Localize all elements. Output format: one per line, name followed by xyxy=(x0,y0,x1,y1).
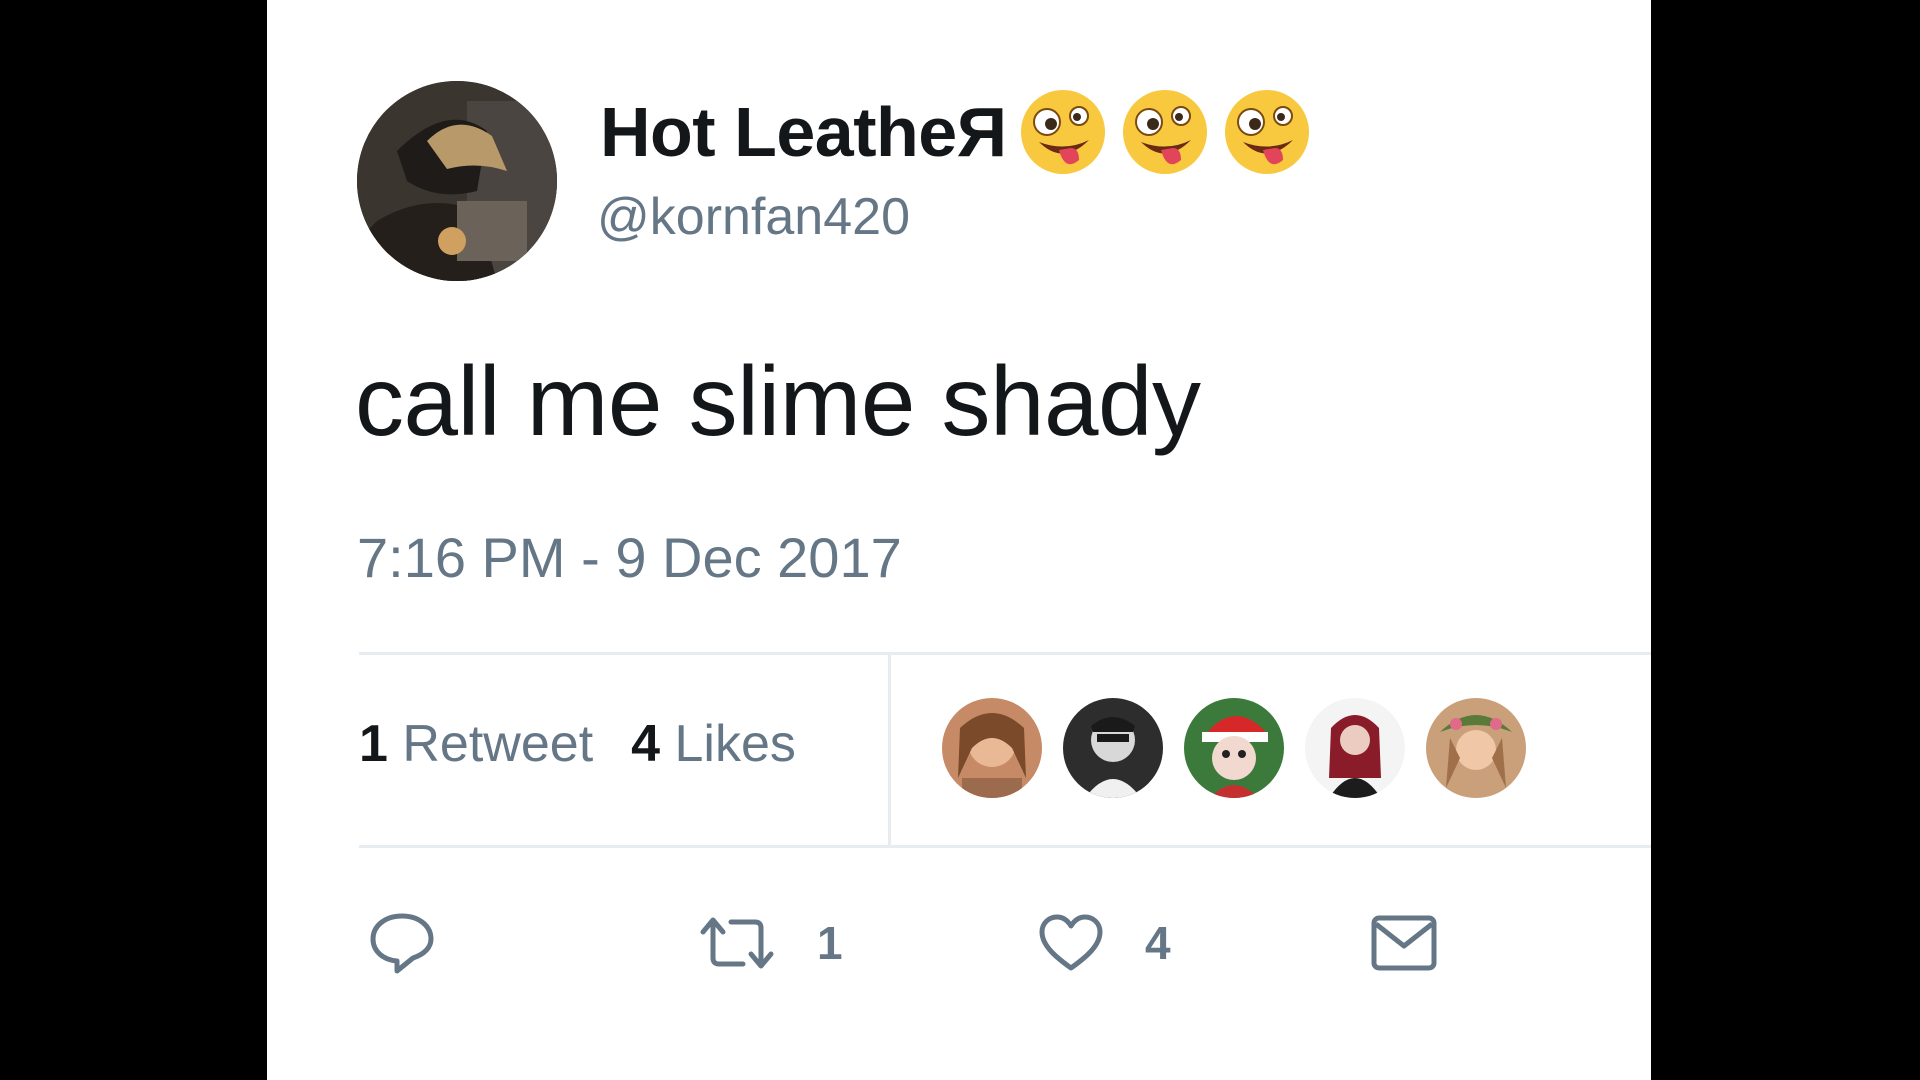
liker-avatar[interactable] xyxy=(1184,698,1284,798)
engagement-stats: 1 Retweet 4 Likes xyxy=(359,718,796,770)
tweet-text: call me slime shady xyxy=(355,346,1201,456)
retweets-count: 1 xyxy=(359,715,388,773)
likes-stat[interactable]: 4 Likes xyxy=(631,718,796,770)
author-display-name[interactable]: Hot LeatheЯ xyxy=(600,86,1313,178)
envelope-icon xyxy=(1371,915,1437,971)
reply-button[interactable] xyxy=(369,908,435,978)
divider xyxy=(359,652,1651,655)
retweet-icon xyxy=(700,917,774,969)
zany-face-emoji xyxy=(1017,86,1109,178)
like-count: 4 xyxy=(1145,917,1171,969)
stats-divider xyxy=(888,655,891,845)
direct-message-button[interactable] xyxy=(1370,908,1438,978)
author-name-text: Hot LeatheЯ xyxy=(600,93,1007,171)
liker-avatar[interactable] xyxy=(1063,698,1163,798)
like-button[interactable]: 4 xyxy=(1037,908,1171,978)
retweets-label: Retweet xyxy=(402,715,594,773)
retweet-count: 1 xyxy=(817,917,843,969)
tweet-timestamp[interactable]: 7:16 PM - 9 Dec 2017 xyxy=(357,530,902,586)
liker-avatar[interactable] xyxy=(1426,698,1526,798)
likes-label: Likes xyxy=(674,715,796,773)
likes-count: 4 xyxy=(631,715,661,773)
tweet-card: Hot LeatheЯ @kornfan420 call me slime sh… xyxy=(267,0,1651,1080)
author-handle[interactable]: @kornfan420 xyxy=(597,191,910,243)
zany-face-emoji xyxy=(1221,86,1313,178)
retweets-stat[interactable]: 1 Retweet xyxy=(359,718,593,770)
retweet-button[interactable]: 1 xyxy=(697,908,843,978)
author-avatar[interactable] xyxy=(357,81,557,281)
divider xyxy=(359,845,1651,848)
author-avatar-image xyxy=(357,81,557,281)
heart-icon xyxy=(1039,914,1103,971)
reply-icon xyxy=(370,913,434,974)
zany-face-emoji xyxy=(1119,86,1211,178)
liker-avatar[interactable] xyxy=(942,698,1042,798)
liker-avatar[interactable] xyxy=(1305,698,1405,798)
